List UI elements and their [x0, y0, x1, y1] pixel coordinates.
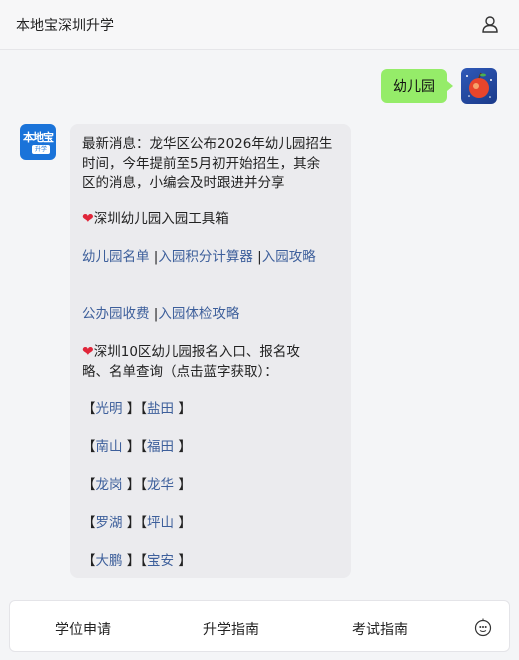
district-title-line-2: 略、名单查询（点击蓝字获取）： — [82, 364, 278, 380]
toolbox-title: 深圳幼儿园入园工具箱 — [93, 211, 229, 227]
tab-degree-application[interactable]: 学位申请 — [55, 619, 111, 639]
intro-line-2: 时间，今年提前至5月初开始招生，其余 — [82, 156, 321, 172]
district-row: 【南山 】【福田 】 — [82, 439, 192, 455]
heart-icon: ❤ — [82, 211, 94, 227]
link-admission-guide[interactable]: 入园攻略 — [262, 249, 316, 265]
toolbox-heading: ❤深圳幼儿园入园工具箱 — [82, 209, 229, 229]
link-health-check-guide[interactable]: 入园体检攻略 — [158, 306, 239, 322]
link-district-luohu[interactable]: 罗湖 — [96, 515, 123, 531]
district-row: 【罗湖 】【坪山 】 — [82, 515, 192, 531]
link-district-pingshan[interactable]: 坪山 — [147, 515, 174, 531]
user-message-bubble: 幼儿园 — [381, 69, 453, 103]
tool-links-row-2: 公办园收费 |入园体检攻略 — [82, 306, 240, 322]
avatar-logo-badge: 升学 — [32, 145, 50, 154]
link-public-fees[interactable]: 公办园收费 — [82, 306, 150, 322]
tab-exam-guide[interactable]: 考试指南 — [352, 619, 408, 639]
link-district-longhua[interactable]: 龙华 — [147, 477, 174, 493]
link-kindergarten-list[interactable]: 幼儿园名单 — [82, 249, 150, 265]
app-header: 本地宝深圳升学 — [0, 0, 519, 50]
district-row: 【光明 】【盐田 】 — [82, 401, 192, 417]
bot-message-bubble: 最新消息：龙华区公布2026年幼儿园招生 时间，今年提前至5月初开始招生，其余 … — [70, 124, 351, 578]
link-district-guangming[interactable]: 光明 — [96, 401, 123, 417]
tool-links-row-1: 幼儿园名单 |入园积分计算器 |入园攻略 — [82, 249, 316, 265]
district-row: 【龙岗 】【龙华 】 — [82, 477, 192, 493]
link-points-calculator[interactable]: 入园积分计算器 — [158, 249, 253, 265]
link-district-longgang[interactable]: 龙岗 — [96, 477, 123, 493]
apple-avatar-icon — [466, 72, 492, 98]
district-title-line-1: 深圳10区幼儿园报名入口、报名攻 — [93, 344, 300, 360]
intro-line-1: 最新消息：龙华区公布2026年幼儿园招生 — [82, 136, 333, 152]
link-district-futian[interactable]: 福田 — [147, 439, 174, 455]
link-district-yantian[interactable]: 盐田 — [147, 401, 174, 417]
heart-icon: ❤ — [82, 344, 94, 360]
district-heading-1: ❤深圳10区幼儿园报名入口、报名攻 — [82, 342, 300, 362]
user-icon[interactable] — [481, 15, 499, 33]
link-district-baoan[interactable]: 宝安 — [147, 553, 174, 569]
user-message-text: 幼儿园 — [393, 79, 435, 95]
avatar-logo-text: 本地宝 — [23, 132, 54, 144]
user-avatar[interactable] — [461, 68, 497, 104]
district-row: 【大鹏 】【宝安 】 — [82, 553, 192, 569]
tab-school-guide[interactable]: 升学指南 — [203, 619, 259, 639]
intro-line-3: 区的消息，小编会及时跟进并分享 — [82, 175, 285, 191]
link-district-nanshan[interactable]: 南山 — [96, 439, 123, 455]
link-district-dapeng[interactable]: 大鹏 — [96, 553, 123, 569]
bot-avatar[interactable]: 本地宝 升学 — [20, 124, 56, 160]
emoji-icon[interactable] — [473, 617, 493, 637]
app-title: 本地宝深圳升学 — [16, 18, 114, 34]
bottom-menu-bar: 学位申请 升学指南 考试指南 — [9, 600, 510, 652]
